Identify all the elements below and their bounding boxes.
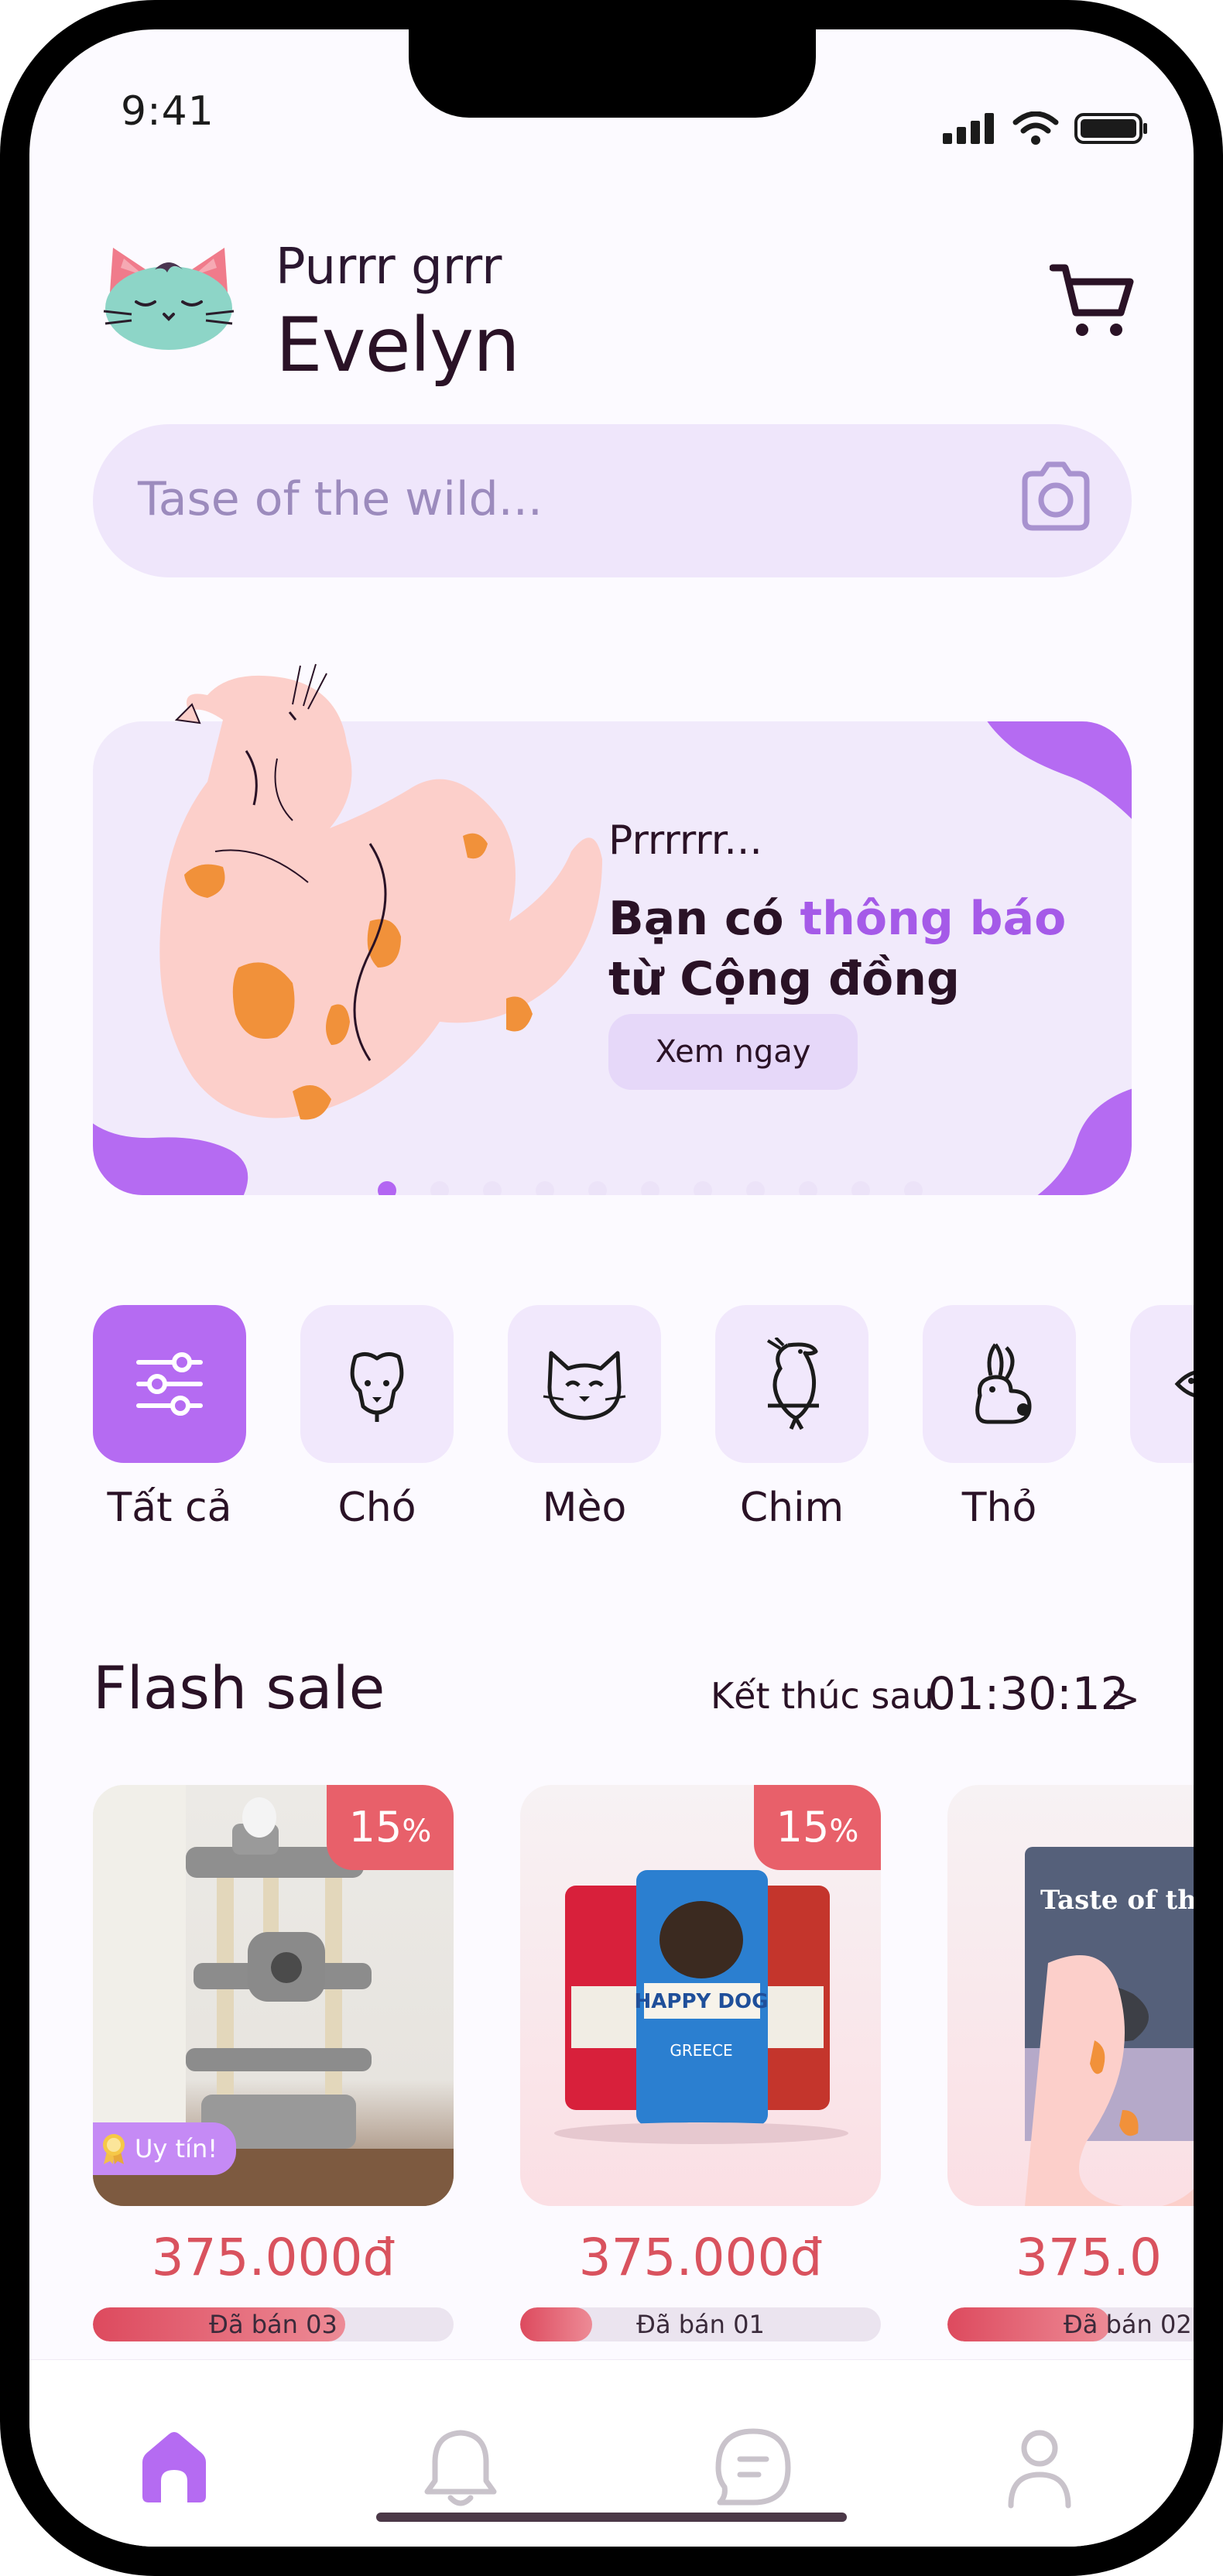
banner-title-part: Bạn có — [608, 892, 800, 946]
product-card[interactable]: Taste of the Wild 375.0 Đã bán 02 — [947, 1785, 1194, 2341]
view-now-button[interactable]: Xem ngay — [608, 1014, 858, 1090]
camera-icon[interactable] — [1014, 455, 1098, 539]
chat-icon[interactable] — [711, 2425, 796, 2510]
category-tile[interactable] — [300, 1305, 454, 1463]
banner-blob-decoration — [1037, 1088, 1132, 1195]
category-label: Chó — [337, 1485, 416, 1531]
status-icons — [943, 111, 1149, 146]
flash-sale-title: Flash sale — [93, 1653, 385, 1722]
pagination-dot[interactable] — [694, 1181, 712, 1195]
discount-badge: 15% — [327, 1785, 454, 1870]
banner-title: Bạn có thông báo từ Cộng đồng — [608, 889, 1104, 1009]
banner-subtitle: Prrrrrr... — [608, 817, 762, 864]
search-input[interactable]: Tase of the wild... — [138, 472, 543, 526]
banner-pagination — [378, 1181, 923, 1195]
discount-value: 15 — [348, 1803, 403, 1852]
product-image[interactable]: Taste of the Wild — [947, 1785, 1194, 2206]
product-price: 375.000đ — [578, 2228, 823, 2287]
product-card[interactable]: HAPPY DOG GREECE 15% 375.000đ Đã bán 01 — [520, 1785, 881, 2341]
flash-sale-see-all-arrow[interactable]: > — [1110, 1678, 1140, 1720]
user-name: Evelyn — [276, 302, 520, 389]
pagination-dot[interactable] — [483, 1181, 502, 1195]
discount-unit: % — [829, 1814, 859, 1849]
bird-icon — [766, 1338, 819, 1430]
app-screen: 9:41 Purrr grrr Evelyn Tase of the wild.… — [29, 29, 1194, 2547]
greeting-text: Purrr grrr — [276, 238, 502, 296]
discount-unit: % — [402, 1814, 432, 1849]
category-label: Thỏ — [961, 1485, 1037, 1531]
product-card[interactable]: 15% Uy tín! 375.000đ Đã bán 03 — [93, 1785, 454, 2341]
taste-of-wild-image: Taste of the Wild — [1025, 1847, 1194, 2206]
avatar[interactable] — [101, 221, 237, 350]
cat-icon — [543, 1351, 626, 1420]
banner-title-part: từ Cộng đồng — [608, 952, 960, 1006]
trusted-badge-label: Uy tín! — [135, 2134, 218, 2163]
user-icon[interactable] — [997, 2425, 1082, 2510]
category-tile[interactable] — [93, 1305, 246, 1463]
category-item-cat[interactable]: Mèo — [508, 1305, 661, 1531]
cart-icon[interactable] — [1050, 262, 1135, 339]
category-label: Tất cả — [107, 1485, 232, 1531]
category-tile[interactable] — [1130, 1305, 1194, 1463]
sold-progress: Đã bán 01 — [520, 2307, 881, 2341]
banner-title-highlight: thông báo — [800, 892, 1067, 946]
battery-icon — [1074, 113, 1147, 144]
trusted-badge: Uy tín! — [93, 2122, 237, 2175]
pagination-dot[interactable] — [430, 1181, 449, 1195]
pagination-dot[interactable] — [588, 1181, 607, 1195]
pagination-dot[interactable] — [799, 1181, 817, 1195]
discount-value: 15 — [776, 1803, 830, 1852]
product-price: 375.0 — [1016, 2228, 1162, 2287]
pagination-dot[interactable] — [536, 1181, 554, 1195]
cellular-signal-icon — [943, 113, 994, 144]
sold-count: Đã bán 03 — [209, 2310, 337, 2339]
category-item-rabbit[interactable]: Thỏ — [923, 1305, 1076, 1531]
product-brand-text: Taste of the Wild — [1040, 1885, 1194, 1916]
rabbit-icon — [975, 1343, 1032, 1424]
product-brand-text: HAPPY DOG — [635, 1990, 769, 2013]
category-tile[interactable] — [715, 1305, 868, 1463]
banner-blob-decoration — [987, 721, 1132, 820]
pagination-dot[interactable] — [378, 1181, 396, 1195]
home-indicator[interactable] — [376, 2513, 847, 2522]
phone-frame: 9:41 Purrr grrr Evelyn Tase of the wild.… — [0, 0, 1223, 2576]
product-image[interactable]: 15% Uy tín! — [93, 1785, 454, 2206]
sold-progress: Đã bán 03 — [93, 2307, 454, 2341]
home-icon[interactable] — [132, 2425, 217, 2510]
sold-count: Đã bán 02 — [1064, 2310, 1192, 2339]
category-label: C — [1130, 1485, 1194, 1531]
pagination-dot[interactable] — [641, 1181, 659, 1195]
sold-count: Đã bán 01 — [636, 2310, 765, 2339]
pagination-dot[interactable] — [851, 1181, 870, 1195]
category-label: Mèo — [542, 1485, 627, 1531]
dog-icon — [350, 1352, 404, 1422]
category-tile[interactable] — [923, 1305, 1076, 1463]
wifi-icon — [1012, 111, 1059, 145]
flash-sale-ends-label: Kết thúc sau — [711, 1675, 934, 1717]
fish-icon — [1174, 1371, 1194, 1397]
bell-icon[interactable] — [418, 2425, 503, 2510]
category-item-all[interactable]: Tất cả — [93, 1305, 246, 1531]
category-label: Chim — [739, 1485, 844, 1531]
category-item-dog[interactable]: Chó — [300, 1305, 454, 1531]
category-list: Tất cả Chó Mèo Chim Thỏ — [93, 1305, 1194, 1568]
filter-sliders-icon — [136, 1352, 203, 1416]
pagination-dot[interactable] — [904, 1181, 923, 1195]
sold-progress: Đã bán 02 — [947, 2307, 1194, 2341]
category-item-bird[interactable]: Chim — [715, 1305, 868, 1531]
category-item-fish[interactable]: C — [1130, 1305, 1194, 1531]
product-variant-text: GREECE — [670, 2041, 732, 2060]
search-bar[interactable]: Tase of the wild... — [93, 424, 1132, 577]
cat-illustration — [159, 663, 602, 1120]
discount-badge: 15% — [754, 1785, 881, 1870]
status-time: 9:41 — [121, 88, 214, 135]
award-ribbon-icon — [103, 2134, 125, 2164]
device-notch — [409, 29, 816, 118]
product-image[interactable]: HAPPY DOG GREECE 15% — [520, 1785, 881, 2206]
pagination-dot[interactable] — [746, 1181, 765, 1195]
product-price: 375.000đ — [151, 2228, 396, 2287]
category-tile[interactable] — [508, 1305, 661, 1463]
flash-sale-timer: 01:30:12 — [927, 1667, 1129, 1720]
